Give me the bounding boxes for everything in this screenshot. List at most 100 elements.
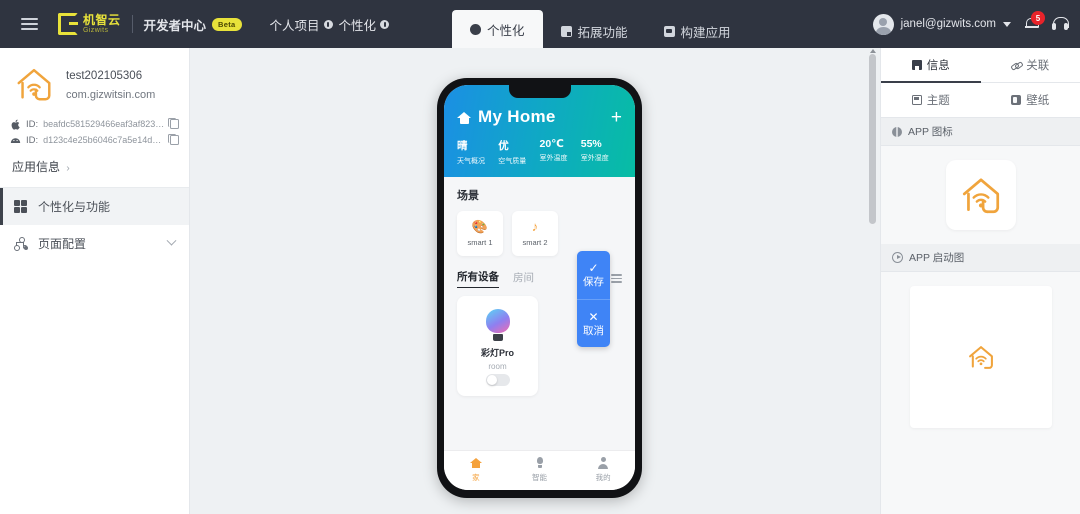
list-view-icon[interactable] (611, 274, 622, 283)
device-tab-all[interactable]: 所有设备 (457, 269, 499, 288)
app-icon-card[interactable] (945, 160, 1016, 230)
sidebar: test202105306 com.gizwitsin.com ID: beaf… (0, 48, 190, 514)
device-tab-rooms[interactable]: 房间 (513, 270, 534, 288)
bottom-nav-home[interactable]: 家 (444, 457, 508, 483)
id-value: beafdc581529466eaf3af82370946... (43, 119, 165, 129)
info-dot-icon[interactable] (323, 19, 333, 29)
breadcrumb-item-project[interactable]: 个人项目 (270, 15, 333, 34)
scene-card-smart-2[interactable]: ♪ smart 2 (512, 211, 558, 256)
extension-icon (560, 25, 572, 37)
bottom-nav-label: 家 (472, 473, 480, 482)
app-info-link[interactable]: 应用信息 › (0, 146, 189, 188)
notifications-button[interactable]: 5 (1025, 11, 1045, 31)
sidebar-item-page-config[interactable]: 页面配置 (0, 225, 189, 262)
gizwits-mark-icon (56, 12, 80, 36)
tab-wallpaper[interactable]: 壁纸 (981, 83, 1080, 117)
id-label: ID: (26, 134, 39, 146)
id-label: ID: (26, 118, 39, 130)
stat-label: 室外湿度 (580, 155, 609, 162)
info-icon (911, 60, 922, 70)
right-panel-tabs: 信息 关联 (881, 48, 1080, 83)
tab-label: 构建应用 (680, 25, 731, 40)
breadcrumb-label: 个人项目 (269, 18, 320, 33)
id-value: d123c4e25b6046c7a5e14daa1137... (43, 135, 165, 145)
splash-house-wifi-icon (968, 346, 993, 369)
close-icon: ✕ (588, 309, 599, 324)
music-note-icon: ♪ (531, 219, 539, 234)
breadcrumb: 个人项目 个性化 (270, 15, 390, 34)
tab-personalization[interactable]: 个性化 (452, 10, 543, 48)
scene-card-smart-1[interactable]: 🎨 smart 1 (457, 211, 503, 256)
brand-logo[interactable]: 机智云 Gizwits (56, 12, 121, 36)
dev-center-label[interactable]: 开发者中心 (144, 15, 207, 34)
splash-image-card[interactable] (909, 286, 1052, 428)
info-dot-icon[interactable] (380, 19, 390, 29)
home-icon (457, 110, 471, 124)
brand-name-cn: 机智云 (83, 13, 121, 27)
device-room: room (488, 362, 507, 371)
play-icon (892, 252, 903, 263)
breadcrumb-item-personalize[interactable]: 个性化 (339, 15, 390, 34)
preview-canvas: ✓ 保存 ✕ 取消 My Home + 晴 天气概况 优 空气质量 20℃ 室外… (190, 48, 880, 514)
user-icon (597, 457, 609, 469)
app-package: com.gizwitsin.com (66, 88, 156, 101)
bottom-nav-mine[interactable]: 我的 (571, 457, 635, 483)
stat-weather: 晴 天气概况 (457, 138, 498, 166)
tab-label: 主题 (926, 95, 950, 107)
scene-label: smart 2 (522, 238, 548, 247)
notification-badge: 5 (1031, 11, 1045, 25)
splash-image-area (881, 272, 1080, 442)
headset-icon[interactable] (1052, 17, 1069, 31)
apple-icon (10, 118, 21, 130)
save-button[interactable]: ✓ 保存 (577, 251, 610, 299)
app-id-row-ios: ID: beafdc581529466eaf3af82370946... (0, 118, 189, 130)
action-bar: ✓ 保存 ✕ 取消 (577, 251, 610, 347)
build-icon (663, 25, 675, 37)
canvas-scrollbar[interactable] (868, 49, 877, 512)
section-header-splash: APP 启动图 (881, 244, 1080, 272)
tab-label: 个性化 (487, 23, 525, 38)
hamburger-icon[interactable] (10, 18, 48, 30)
cancel-label: 取消 (583, 324, 604, 337)
stat-value: 55% (580, 138, 602, 150)
home-title: My Home (478, 107, 556, 126)
tab-association[interactable]: 关联 (981, 48, 1080, 82)
add-icon[interactable]: + (611, 108, 622, 127)
section-title: APP 启动图 (909, 252, 965, 264)
copy-icon[interactable] (168, 118, 179, 129)
tab-extensions[interactable]: 拓展功能 (543, 14, 646, 48)
avatar (872, 13, 894, 35)
app-root: 机智云 Gizwits 开发者中心 Beta 个人项目 个性化 个性化 拓展功能… (0, 0, 1080, 514)
theme-icon (911, 95, 922, 105)
scrollbar-thumb[interactable] (869, 54, 876, 224)
tab-theme[interactable]: 主题 (881, 83, 981, 117)
device-toggle[interactable] (485, 374, 510, 386)
sidebar-item-personalization[interactable]: 个性化与功能 (0, 188, 189, 225)
bottom-nav-label: 智能 (532, 473, 547, 482)
phone-bottom-nav: 家 智能 我的 (444, 450, 635, 490)
weather-stats: 晴 天气概况 优 空气质量 20℃ 室外温度 55% 室外湿度 (457, 138, 622, 166)
tab-build-app[interactable]: 构建应用 (646, 14, 749, 48)
tab-info[interactable]: 信息 (881, 48, 981, 83)
globe-icon (892, 126, 902, 137)
device-card[interactable]: 彩灯Pro room (457, 296, 538, 396)
sitemap-icon (14, 237, 27, 251)
link-icon (1011, 60, 1021, 70)
scenes-section: 场景 🎨 smart 1 ♪ smart 2 (444, 177, 635, 256)
section-header-app-icon: APP 图标 (881, 118, 1080, 146)
phone-preview[interactable]: My Home + 晴 天气概况 优 空气质量 20℃ 室外温度 55% 室外湿… (437, 78, 642, 498)
tab-label: 壁纸 (1026, 95, 1050, 107)
home-icon (469, 457, 482, 469)
app-info-label: 应用信息 (12, 160, 61, 174)
cancel-button[interactable]: ✕ 取消 (577, 299, 610, 347)
scroll-up-arrow-icon[interactable] (870, 49, 876, 53)
phone-header: My Home + 晴 天气概况 优 空气质量 20℃ 室外温度 55% 室外湿… (444, 85, 635, 177)
user-menu[interactable]: janel@gizwits.com (872, 13, 1011, 35)
divider (131, 15, 133, 33)
stat-humidity: 55% 室外湿度 (581, 138, 622, 166)
bulb-icon (534, 457, 546, 469)
tab-label: 拓展功能 (577, 25, 628, 40)
copy-icon[interactable] (168, 134, 179, 145)
app-summary-card: test202105306 com.gizwitsin.com (0, 48, 189, 114)
bottom-nav-smart[interactable]: 智能 (508, 457, 572, 483)
